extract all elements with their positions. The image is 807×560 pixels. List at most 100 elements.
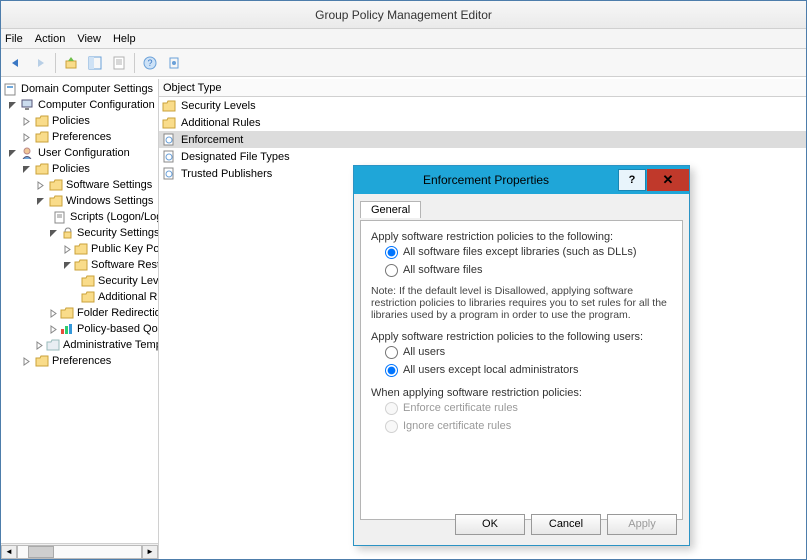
item-icon (161, 132, 177, 147)
expand-icon[interactable] (49, 324, 58, 335)
collapse-icon[interactable] (7, 148, 18, 159)
up-button[interactable] (60, 52, 82, 74)
collapse-icon[interactable] (7, 100, 18, 111)
item-label: Designated File Types (181, 151, 290, 163)
tab-panel: Apply software restriction policies to t… (360, 220, 683, 520)
dialog-help-button[interactable]: ? (618, 169, 646, 191)
item-label: Trusted Publishers (181, 168, 272, 180)
menu-file[interactable]: File (5, 33, 23, 45)
radio-all-files[interactable]: All software files (385, 261, 672, 279)
collapse-icon[interactable] (35, 196, 46, 207)
dialog-body: General Apply software restriction polic… (354, 194, 689, 545)
collapse-icon[interactable] (49, 228, 58, 239)
tree-cc[interactable]: Computer Configuration (3, 97, 158, 113)
list-column-header[interactable]: Object Type (159, 79, 806, 97)
user-icon (20, 146, 35, 160)
tree-cc-policies[interactable]: Policies (3, 113, 158, 129)
filter-button[interactable] (163, 52, 185, 74)
enforcement-properties-dialog: Enforcement Properties ? ✕ General Apply… (353, 165, 690, 546)
menubar: File Action View Help (1, 29, 806, 49)
expand-icon[interactable] (21, 356, 32, 367)
menu-action[interactable]: Action (35, 33, 66, 45)
app-window: Group Policy Management Editor File Acti… (0, 0, 807, 560)
scroll-left-button[interactable]: ◄ (1, 545, 17, 559)
tree-srp[interactable]: Software Restriction Policies (3, 257, 158, 273)
toolbar-separator (55, 53, 56, 73)
expand-icon[interactable] (21, 116, 32, 127)
tree-uc-policies[interactable]: Policies (3, 161, 158, 177)
expand-icon[interactable] (35, 180, 46, 191)
list-item[interactable]: Security Levels (159, 97, 806, 114)
folder-icon (34, 130, 49, 144)
computer-icon (20, 98, 35, 112)
tree-policy-based[interactable]: Policy-based QoS (3, 321, 158, 337)
folder-icon (34, 114, 49, 128)
tree-root[interactable]: Domain Computer Settings (3, 81, 158, 97)
tree[interactable]: Domain Computer Settings Computer Config… (1, 79, 158, 371)
forward-button[interactable] (29, 52, 51, 74)
expand-icon[interactable] (49, 308, 58, 319)
section-label: Apply software restriction policies to t… (371, 331, 672, 343)
item-label: Additional Rules (181, 117, 261, 129)
tree-scripts[interactable]: Scripts (Logon/Logoff) (3, 209, 158, 225)
folder-icon (48, 178, 63, 192)
section-cert-rules: When applying software restriction polic… (371, 387, 672, 435)
svg-text:?: ? (147, 58, 152, 68)
radio-except-libraries[interactable]: All software files except libraries (suc… (385, 243, 672, 261)
tree-sec-settings[interactable]: Security Settings (3, 225, 158, 241)
scroll-thumb[interactable] (28, 546, 54, 558)
cancel-button[interactable]: Cancel (531, 514, 601, 535)
section-label: When applying software restriction polic… (371, 387, 672, 399)
tree-folder-redir[interactable]: Folder Redirection (3, 305, 158, 321)
list-item[interactable]: Additional Rules (159, 114, 806, 131)
radio-ignore-cert: Ignore certificate rules (385, 417, 672, 435)
dialog-close-button[interactable]: ✕ (647, 169, 689, 191)
folder-icon (34, 354, 49, 368)
tree-hscrollbar[interactable]: ◄ ► (1, 543, 158, 559)
expand-icon[interactable] (21, 132, 32, 143)
tree-uc-prefs[interactable]: Preferences (3, 353, 158, 369)
dialog-titlebar[interactable]: Enforcement Properties ? ✕ (354, 166, 689, 194)
back-button[interactable] (5, 52, 27, 74)
window-title: Group Policy Management Editor (315, 8, 492, 22)
tree-win-settings[interactable]: Windows Settings (3, 193, 158, 209)
tree-admin-tmpl[interactable]: Administrative Templates (3, 337, 158, 353)
show-hide-button[interactable] (84, 52, 106, 74)
expand-icon[interactable] (35, 340, 44, 351)
item-label: Enforcement (181, 134, 243, 146)
item-icon (161, 115, 177, 130)
script-icon (53, 210, 67, 224)
dialog-buttons: OK Cancel Apply (455, 514, 677, 535)
menu-help[interactable]: Help (113, 33, 136, 45)
scroll-track[interactable] (17, 545, 142, 559)
properties-button[interactable] (108, 52, 130, 74)
radio-enforce-cert: Enforce certificate rules (385, 399, 672, 417)
help-button[interactable]: ? (139, 52, 161, 74)
radio-all-users[interactable]: All users (385, 343, 672, 361)
apply-button[interactable]: Apply (607, 514, 677, 535)
collapse-icon[interactable] (63, 260, 72, 271)
tree-public-key[interactable]: Public Key Policies (3, 241, 158, 257)
folder-icon (46, 338, 60, 352)
radio-except-admins[interactable]: All users except local administrators (385, 361, 672, 379)
tree-cc-prefs[interactable]: Preferences (3, 129, 158, 145)
list-item[interactable]: Enforcement (159, 131, 806, 148)
folder-icon (81, 274, 95, 288)
ok-button[interactable]: OK (455, 514, 525, 535)
note-text: Note: If the default level is Disallowed… (371, 285, 672, 321)
list-item[interactable]: Designated File Types (159, 148, 806, 165)
collapse-icon[interactable] (21, 164, 32, 175)
scroll-right-button[interactable]: ► (142, 545, 158, 559)
policy-icon (3, 82, 18, 96)
expand-icon[interactable] (63, 244, 72, 255)
tree-srp-sec[interactable]: Security Levels (3, 273, 158, 289)
item-icon (161, 166, 177, 181)
folder-icon (48, 194, 63, 208)
tree-uc[interactable]: User Configuration (3, 145, 158, 161)
security-icon (60, 226, 74, 240)
tab-general[interactable]: General (360, 201, 421, 218)
tree-sw-settings[interactable]: Software Settings (3, 177, 158, 193)
folder-icon (74, 258, 88, 272)
tree-srp-add[interactable]: Additional Rules (3, 289, 158, 305)
menu-view[interactable]: View (77, 33, 101, 45)
